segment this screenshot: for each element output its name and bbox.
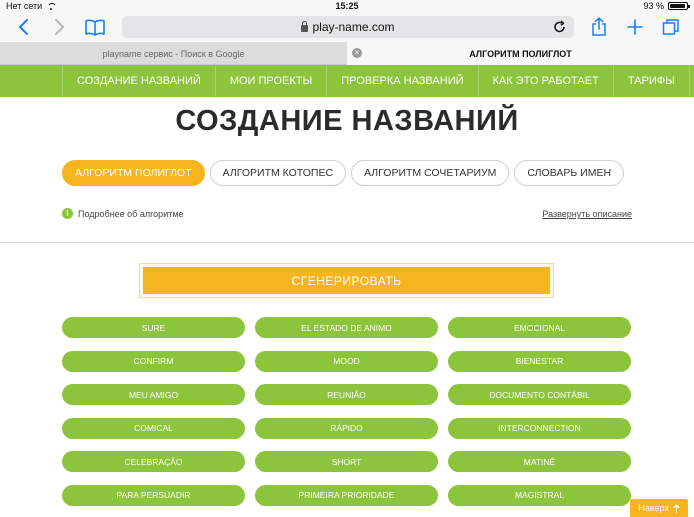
expand-description-link[interactable]: Развернуть описание <box>542 209 632 219</box>
divider <box>0 242 694 243</box>
arrow-up-icon <box>673 503 680 513</box>
tab-algorithm-kotopes[interactable]: АЛГОРИТМ КОТОПЕС <box>209 160 347 186</box>
generated-names-grid: SURE EL ESTADO DE ANIMO EMOCIONAL CONFIRM MO… <box>62 317 632 506</box>
tab-name-dictionary[interactable]: СЛОВАРЬ ИМЕН <box>514 160 625 186</box>
name-suggestion[interactable]: PRIMEIRA PRIORIDADE <box>255 484 438 506</box>
name-suggestion[interactable]: MATINÊ <box>448 451 631 473</box>
nav-item-check[interactable]: ПРОВЕРКА НАЗВАНИЙ <box>326 65 477 97</box>
tab-algorithm-polyglot[interactable]: АЛГОРИТМ ПОЛИГЛОТ <box>62 160 205 186</box>
info-icon: i <box>62 208 73 219</box>
lock-icon <box>301 20 309 32</box>
name-suggestion[interactable]: SHORT <box>255 451 438 473</box>
nav-item-create[interactable]: СОЗДАНИЕ НАЗВАНИЙ <box>62 65 215 97</box>
browser-tab-title: АЛГОРИТМ ПОЛИГЛОТ <box>469 48 572 59</box>
algorithm-tabs: АЛГОРИТМ ПОЛИГЛОТ АЛГОРИТМ КОТОПЕС АЛГОР… <box>62 160 625 186</box>
name-suggestion[interactable]: SURE <box>62 317 245 338</box>
status-bar: Нет сети 15:25 93 % <box>0 0 694 12</box>
page-title: СОЗДАНИЕ НАЗВАНИЙ <box>175 105 519 137</box>
name-suggestion[interactable]: INTERCONNECTION <box>448 417 631 439</box>
generate-button-wrapper: СГЕНЕРИРОВАТЬ <box>139 263 554 298</box>
nav-items: СОЗДАНИЕ НАЗВАНИЙ МОИ ПРОЕКТЫ ПРОВЕРКА Н… <box>62 65 690 97</box>
browser-tab-google[interactable]: playname сервис - Поиск в Google <box>0 42 347 65</box>
nav-item-projects[interactable]: МОИ ПРОЕКТЫ <box>214 65 326 97</box>
reload-icon[interactable] <box>552 19 568 35</box>
address-bar[interactable]: play-name.com <box>122 16 574 38</box>
plus-icon[interactable] <box>624 15 646 39</box>
name-suggestion[interactable]: COMICAL <box>62 417 245 439</box>
name-suggestion[interactable]: DOCUMENTO CONTÁBIL <box>448 384 631 406</box>
battery-percent: 93 % <box>643 1 664 11</box>
tabs-icon[interactable] <box>660 15 682 39</box>
status-right: 93 % <box>643 1 690 11</box>
algorithm-info[interactable]: i Подробнее об алгоритме <box>62 208 184 219</box>
url-text: play-name.com <box>312 20 395 34</box>
close-icon[interactable]: × <box>352 48 362 58</box>
nav-item-pricing[interactable]: ТАРИФЫ <box>612 65 690 97</box>
tab-algorithm-sochetarium[interactable]: АЛГОРИТМ СОЧЕТАРИУМ <box>351 160 510 186</box>
battery-icon <box>668 2 690 10</box>
name-suggestion[interactable]: EMOCIONAL <box>448 317 631 338</box>
back-to-top-button[interactable]: Наверх <box>630 499 688 517</box>
battery-fill <box>670 4 685 8</box>
browser-tab-title: playname сервис - Поиск в Google <box>102 48 245 59</box>
back-to-top-label: Наверх <box>638 503 669 513</box>
main-nav: СОЗДАНИЕ НАЗВАНИЙ МОИ ПРОЕКТЫ ПРОВЕРКА Н… <box>0 65 694 97</box>
chevron-left-icon[interactable] <box>12 15 34 39</box>
generate-button[interactable]: СГЕНЕРИРОВАТЬ <box>143 267 550 294</box>
name-suggestion[interactable]: MEU AMIGO <box>62 384 245 406</box>
chevron-right-icon[interactable] <box>48 15 70 39</box>
name-suggestion[interactable]: CELEBRAÇÃO <box>62 451 245 473</box>
browser-toolbar: play-name.com <box>0 12 694 42</box>
browser-tabs: playname сервис - Поиск в Google АЛГОРИТ… <box>0 42 694 65</box>
name-suggestion[interactable]: MAGISTRAL <box>448 484 631 506</box>
name-suggestion[interactable]: BIENESTAR <box>448 350 631 372</box>
name-suggestion[interactable]: CONFIRM <box>62 350 245 372</box>
name-suggestion[interactable]: MOOD <box>255 350 438 372</box>
nav-item-how-it-works[interactable]: КАК ЭТО РАБОТАЕТ <box>477 65 613 97</box>
name-suggestion[interactable]: RÁPIDO <box>255 417 438 439</box>
status-time: 15:25 <box>335 1 359 11</box>
algorithm-info-text: Подробнее об алгоритме <box>78 208 184 219</box>
browser-tab-current[interactable]: АЛГОРИТМ ПОЛИГЛОТ <box>347 42 694 65</box>
share-icon[interactable] <box>588 15 610 39</box>
name-suggestion[interactable]: EL ESTADO DE ANIMO <box>255 317 438 338</box>
name-suggestion[interactable]: REUNIÃO <box>255 384 438 406</box>
book-icon[interactable] <box>82 15 108 39</box>
name-suggestion[interactable]: PARA PERSUADIR <box>62 484 245 506</box>
